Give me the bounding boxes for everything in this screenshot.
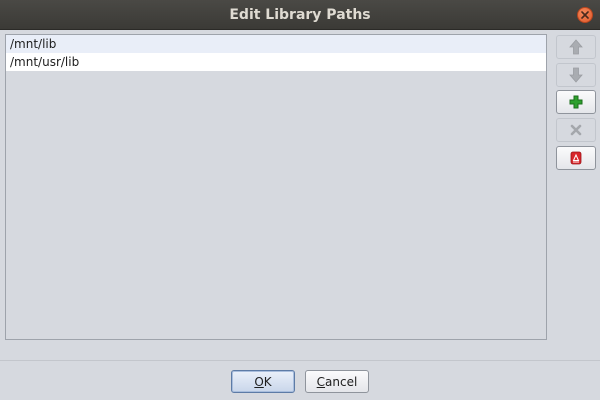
close-icon [581,11,589,19]
remove-path-button[interactable] [556,118,596,142]
cancel-button[interactable]: Cancel [305,370,369,393]
edit-library-paths-dialog: Edit Library Paths /mnt/lib /mnt/usr/lib [0,0,600,400]
add-path-button[interactable] [556,90,596,114]
list-item[interactable]: /mnt/usr/lib [6,53,546,71]
clear-paths-button[interactable] [556,146,596,170]
separator [0,360,600,361]
library-path-list[interactable]: /mnt/lib /mnt/usr/lib [5,34,547,340]
plus-icon [569,95,583,109]
arrow-up-icon [569,39,583,55]
window-title: Edit Library Paths [229,6,371,23]
arrow-down-icon [569,67,583,83]
close-button[interactable] [577,7,593,23]
title-bar: Edit Library Paths [0,0,600,30]
move-down-button[interactable] [556,63,596,87]
ok-button[interactable]: OK [231,370,295,393]
move-up-button[interactable] [556,35,596,59]
eraser-icon [570,151,582,165]
x-icon [570,124,582,136]
list-item[interactable]: /mnt/lib [6,35,546,53]
